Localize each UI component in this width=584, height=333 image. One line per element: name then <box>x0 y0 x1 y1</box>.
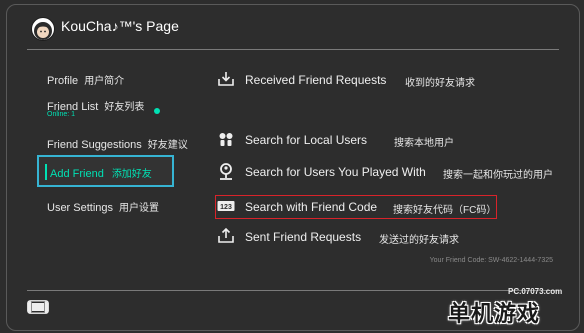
123-code-icon: 123 <box>217 201 235 211</box>
svg-text:123: 123 <box>220 204 232 211</box>
user-search-icon <box>220 163 232 180</box>
sidebar-item-label-cn: 用户简介 <box>84 76 125 87</box>
menu-label-cn: 搜索本地用户 <box>394 138 454 149</box>
avatar-icon <box>34 22 52 40</box>
sidebar-item-label: Friend Suggestions <box>47 139 142 151</box>
sidebar-item-profile[interactable]: Profile 用户简介 <box>47 72 124 87</box>
inbox-download-icon <box>218 72 234 86</box>
sidebar-item-friend-suggestions[interactable]: Friend Suggestions 好友建议 <box>47 136 188 151</box>
profile-page-window: KouCha♪™'s Page Profile 用户简介 Friend List 好… <box>6 4 580 331</box>
sidebar-item-label: Profile <box>47 75 79 87</box>
sidebar-item-label: User Settings <box>47 202 114 214</box>
menu-label-cn: 发送过的好友请求 <box>379 235 459 246</box>
sidebar-item-label-cn: 添加好友 <box>111 169 152 180</box>
friend-code-text: Your Friend Code: SW-4622-1444-7325 <box>429 257 553 264</box>
sidebar-item-add-friend[interactable]: Add Friend 添加好友 <box>37 155 174 187</box>
outbox-upload-icon <box>218 227 234 243</box>
sidebar-item-label-cn: 好友列表 <box>104 102 145 113</box>
sidebar-item-label-cn: 用户设置 <box>119 203 160 214</box>
menu-label: Search for Local Users <box>245 133 368 147</box>
online-status-dot-icon <box>154 108 160 114</box>
menu-label-cn: 收到的好友请求 <box>405 78 475 89</box>
menu-label-cn: 搜索一起和你玩过的用户 <box>443 170 553 181</box>
menu-label-cn: 搜索好友代码（FC码） <box>393 205 497 216</box>
console-icon <box>27 300 49 314</box>
menu-label: Search for Users You Played With <box>245 165 426 179</box>
avatar[interactable] <box>31 17 55 41</box>
sidebar-item-user-settings[interactable]: User Settings 用户设置 <box>47 199 159 214</box>
page-header: KouCha♪™'s Page <box>7 5 579 49</box>
sidebar-item-label-cn: 好友建议 <box>147 140 188 151</box>
menu-label: Sent Friend Requests <box>245 230 362 244</box>
watermark-logo: 单机游戏 <box>448 301 541 326</box>
menu-label: Search with Friend Code <box>245 200 378 214</box>
header-divider <box>27 49 559 50</box>
online-count: Online: 1 <box>47 111 76 118</box>
selection-indicator <box>45 164 47 180</box>
watermark-url: PC.07073.com <box>508 287 563 296</box>
page-title: KouCha♪™'s Page <box>61 18 179 34</box>
sidebar-item-label: Add Friend <box>50 168 104 180</box>
menu-label: Received Friend Requests <box>245 73 387 87</box>
local-users-icon <box>219 133 233 146</box>
footer-divider <box>27 290 559 291</box>
